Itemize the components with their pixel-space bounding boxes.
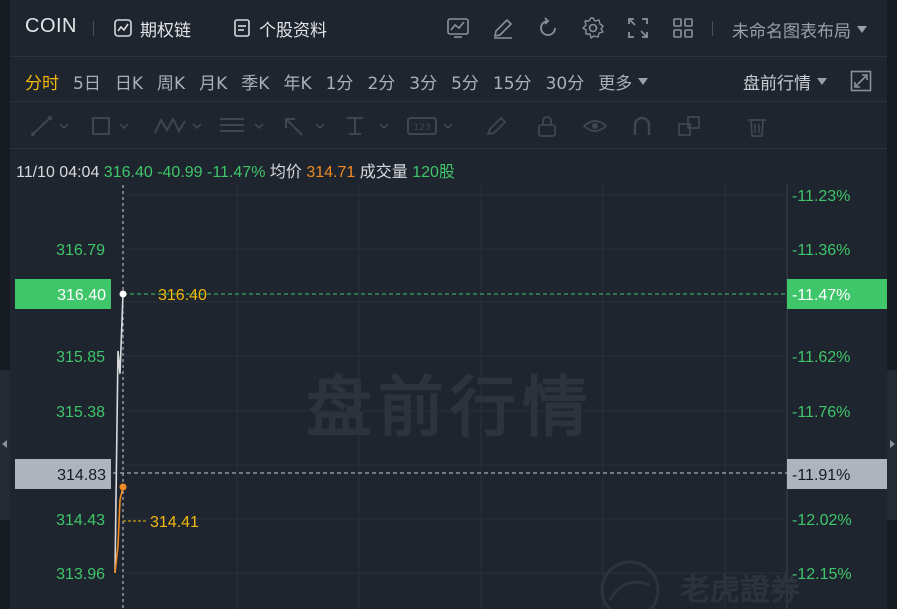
scroll-left-handle[interactable]: [0, 370, 10, 520]
chart-series: [114, 293, 124, 574]
chart-panel: COIN 期权链 个股资料 未命名图表布局 分时 5日 日K 周K 月K 季K 年K 1分 2分…: [10, 0, 887, 609]
last-price-tag-text: 316.40: [57, 287, 106, 304]
left-tick-label: 316.79: [56, 242, 105, 259]
right-tick-label: -11.76%: [792, 404, 850, 421]
left-tick-label: 315.38: [56, 404, 105, 421]
price-marker-label: 316.40: [158, 287, 207, 304]
price-chart[interactable]: 盘前行情 老虎證券 316.79 315.85 315.38 314.43 313.96…: [10, 0, 887, 609]
left-tick-label: 315.85: [56, 349, 105, 366]
chevron-left-icon: [2, 440, 7, 448]
right-tick-label: -12.02%: [792, 512, 852, 529]
right-tick-label: -11.36%: [792, 242, 850, 259]
session-watermark: 盘前行情: [306, 369, 594, 446]
left-tick-label: 314.43: [56, 512, 105, 529]
last-pct-tag-text: -11.47%: [792, 287, 850, 304]
chevron-right-icon: [890, 440, 895, 448]
cursor-pct-tag-text: -11.91%: [792, 467, 850, 484]
cursor-price-tag-text: 314.83: [57, 467, 106, 484]
scroll-right-handle[interactable]: [887, 370, 897, 520]
right-tick-label: -12.15%: [792, 566, 852, 583]
brand-text: 老虎證券: [680, 573, 801, 608]
left-tick-label: 313.96: [56, 566, 105, 583]
right-tick-label: -11.62%: [792, 349, 850, 366]
right-tick-label: -11.23%: [792, 188, 850, 205]
tiger-logo-stroke: [608, 580, 651, 601]
avg-point-marker: [119, 483, 127, 491]
price-point-marker: [119, 290, 127, 298]
right-percent-axis: -11.23% -11.36% -11.62% -11.76% -12.02% -12.1…: [792, 188, 852, 583]
avg-marker-label: 314.41: [150, 514, 199, 531]
brand-watermark: 老虎證券: [600, 560, 801, 609]
